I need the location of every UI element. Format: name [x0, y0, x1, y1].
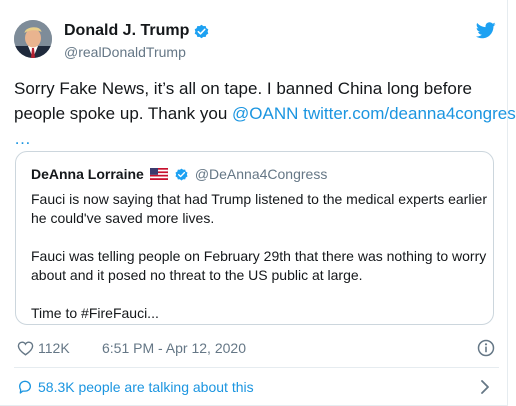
author-handle[interactable]: @realDonaldTrump: [64, 44, 186, 60]
author-name-text[interactable]: Donald J. Trump: [64, 22, 189, 40]
us-flag-icon: [149, 168, 168, 180]
tweet-text-line-3: …: [14, 126, 504, 151]
quoted-body-line-3: Fauci was telling people on February 29t…: [31, 248, 487, 264]
quoted-tweet-body: Fauci is now saying that had Trump liste…: [31, 190, 488, 323]
author-avatar[interactable]: [14, 20, 52, 58]
quoted-author-handle[interactable]: @DeAnna4Congress: [195, 166, 328, 182]
info-icon[interactable]: [477, 339, 495, 357]
tweet-text-plain: people spoke up. Thank you: [14, 104, 233, 123]
embedded-tweet-card: Donald J. Trump @realDonaldTrump Sorry F…: [0, 0, 516, 406]
tweet-text-line-2: people spoke up. Thank you @OANN twitter…: [14, 101, 516, 126]
url-link-ellipsis[interactable]: …: [14, 129, 31, 148]
heart-icon[interactable]: [17, 340, 34, 356]
tweet-stats: 112K 6:51 PM - Apr 12, 2020: [17, 338, 497, 358]
chevron-right-icon[interactable]: [479, 379, 491, 395]
talking-about-label[interactable]: 58.3K people are talking about this: [38, 379, 254, 395]
mention-link[interactable]: @OANN: [232, 104, 298, 123]
author-display-name[interactable]: Donald J. Trump: [64, 22, 210, 40]
tweet-timestamp[interactable]: 6:51 PM - Apr 12, 2020: [102, 340, 246, 356]
quoted-body-line-1: Fauci is now saying that had Trump liste…: [31, 191, 488, 207]
quoted-tweet-header: DeAnna Lorraine @DeAnna4Congress: [31, 166, 327, 182]
quoted-body-line-5: Time to #FireFauci...: [31, 305, 159, 321]
tweet-text: Sorry Fake News, it’s all on tape. I ban…: [14, 76, 516, 151]
quoted-tweet[interactable]: DeAnna Lorraine @DeAnna4Congress Fauci i…: [15, 151, 494, 325]
quoted-body-line-4: about and it posed no threat to the US p…: [31, 267, 363, 283]
conversation-link[interactable]: 58.3K people are talking about this: [17, 377, 497, 397]
verified-badge-icon: [193, 23, 210, 40]
quoted-body-line-2: he could've saved more lives.: [31, 210, 215, 226]
verified-badge-icon: [174, 167, 189, 182]
quoted-author-name[interactable]: DeAnna Lorraine: [31, 166, 144, 182]
tweet-text-line-1: Sorry Fake News, it’s all on tape. I ban…: [14, 79, 473, 98]
twitter-bird-icon[interactable]: [476, 22, 496, 40]
speech-bubble-icon: [17, 379, 33, 395]
like-count[interactable]: 112K: [38, 340, 70, 356]
footer-divider: [14, 367, 499, 368]
url-link[interactable]: twitter.com/deanna4congres: [303, 104, 516, 123]
